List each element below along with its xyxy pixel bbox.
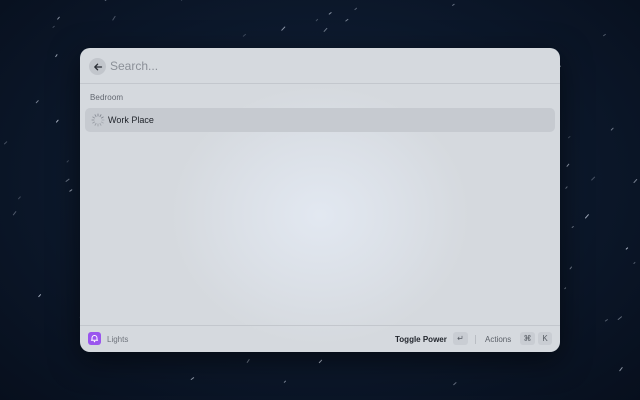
launcher-window: Bedroom Work Place Lights Toggle Power ↵… bbox=[80, 48, 560, 352]
lights-glyph-icon bbox=[90, 335, 99, 343]
list-item-work-place[interactable]: Work Place bbox=[85, 108, 555, 132]
k-key-shortcut: K bbox=[538, 332, 552, 345]
command-key-shortcut: ⌘ bbox=[520, 332, 535, 345]
search-input[interactable] bbox=[110, 57, 530, 75]
arrow-left-icon bbox=[93, 63, 102, 70]
loading-spinner-icon bbox=[91, 113, 105, 127]
search-bar bbox=[80, 48, 560, 84]
lights-extension-icon bbox=[88, 332, 101, 345]
action-divider bbox=[475, 335, 476, 344]
enter-key-shortcut: ↵ bbox=[453, 332, 468, 345]
section-header-bedroom: Bedroom bbox=[90, 93, 124, 102]
list-item-title: Work Place bbox=[108, 115, 154, 125]
action-bar: Lights Toggle Power ↵ Actions ⌘ K bbox=[80, 325, 560, 352]
actions-menu-button[interactable]: Actions bbox=[485, 335, 511, 344]
toggle-power-action[interactable]: Toggle Power bbox=[395, 335, 447, 344]
back-button[interactable] bbox=[89, 58, 106, 75]
extension-name: Lights bbox=[107, 335, 129, 344]
